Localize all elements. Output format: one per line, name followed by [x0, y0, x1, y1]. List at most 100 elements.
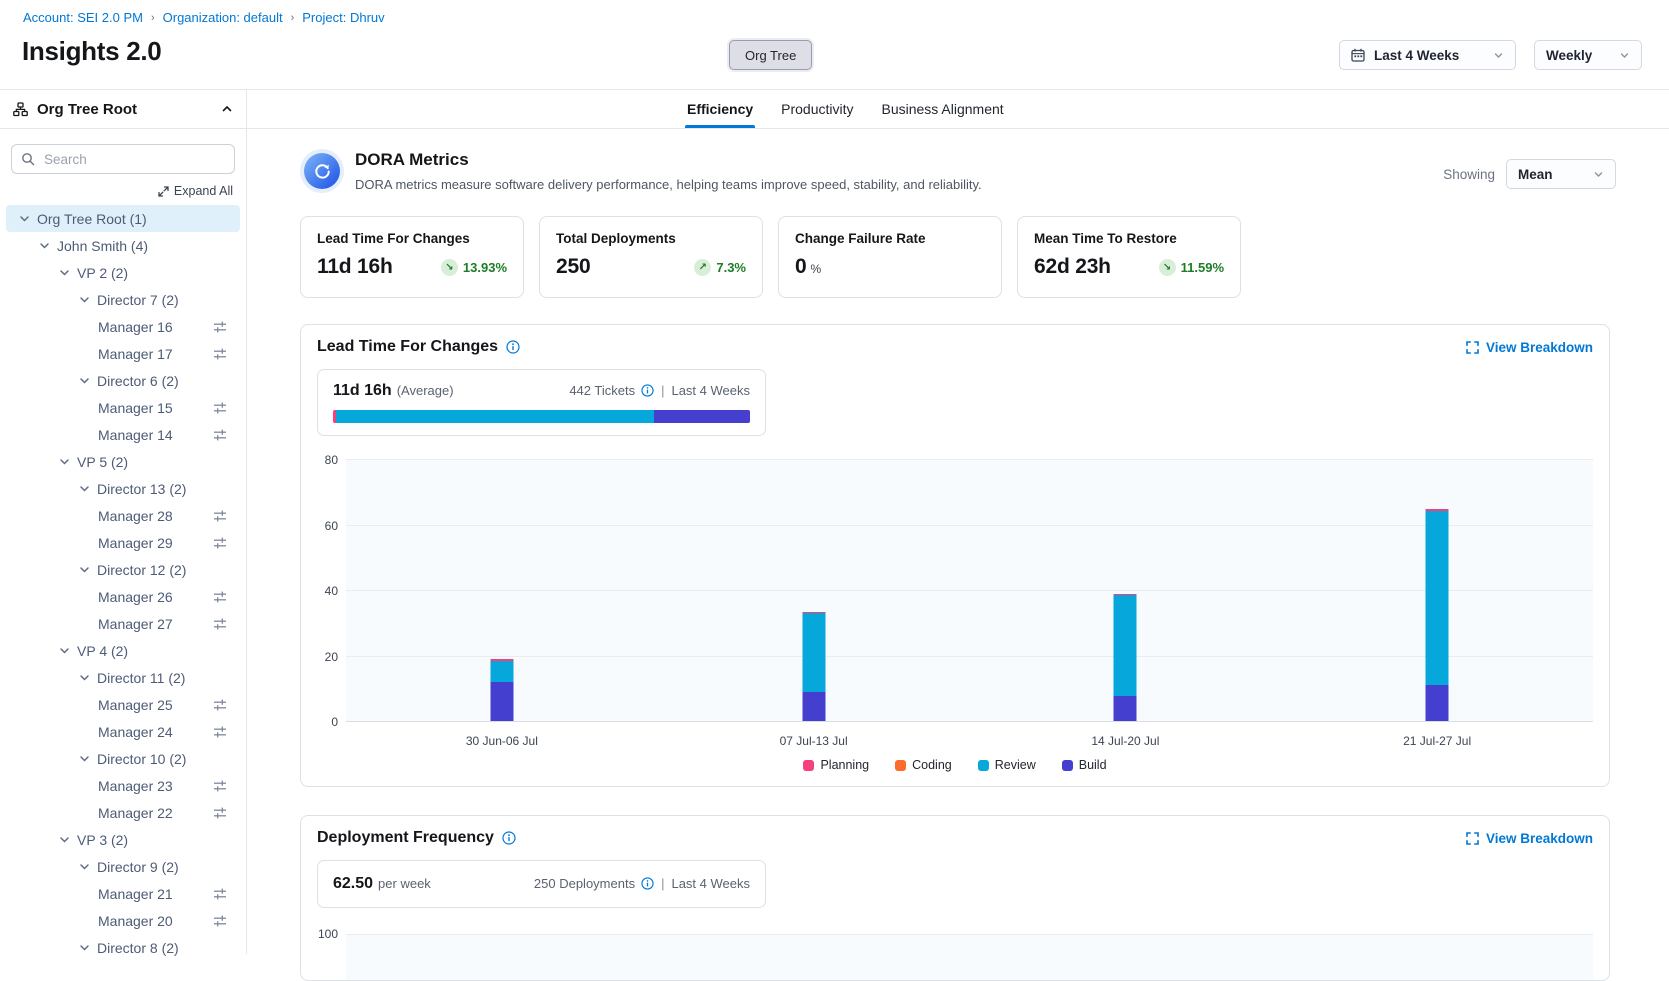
tree-item-manager-14[interactable]: Manager 14: [6, 421, 240, 448]
chevron-down-icon[interactable]: [38, 239, 51, 252]
metric-value-row: 250↗7.3%: [556, 255, 746, 279]
tree-item-manager-29[interactable]: Manager 29: [6, 529, 240, 556]
tree-item-director-6-2-[interactable]: Director 6 (2): [6, 367, 240, 394]
tree-item-director-12-2-[interactable]: Director 12 (2): [6, 556, 240, 583]
breadcrumb-separator: ›: [151, 12, 155, 24]
tree-item-label: Manager 28: [98, 508, 173, 524]
tree-item-manager-26[interactable]: Manager 26: [6, 583, 240, 610]
tree-item-manager-21[interactable]: Manager 21: [6, 880, 240, 907]
chevron-down-icon[interactable]: [58, 455, 71, 468]
info-icon[interactable]: [641, 384, 654, 397]
filters-sliders-icon[interactable]: [213, 401, 227, 415]
tree-item-label: VP 2 (2): [77, 265, 128, 281]
tree-item-manager-22[interactable]: Manager 22: [6, 799, 240, 826]
filters-sliders-icon[interactable]: [213, 617, 227, 631]
info-icon[interactable]: [641, 877, 654, 890]
breadcrumb-link[interactable]: Account: SEI 2.0 PM: [23, 10, 143, 25]
tree-item-manager-23[interactable]: Manager 23: [6, 772, 240, 799]
breadcrumb-link[interactable]: Project: Dhruv: [302, 10, 384, 25]
breadcrumb-link[interactable]: Organization: default: [163, 10, 283, 25]
filters-sliders-icon[interactable]: [213, 509, 227, 523]
filters-sliders-icon[interactable]: [213, 320, 227, 334]
y-axis: 020406080: [317, 460, 346, 722]
filters-sliders-icon[interactable]: [213, 698, 227, 712]
filters-sliders-icon[interactable]: [213, 536, 227, 550]
chevron-down-icon[interactable]: [78, 563, 91, 576]
tree-item-director-13-2-[interactable]: Director 13 (2): [6, 475, 240, 502]
chevron-down-icon[interactable]: [78, 860, 91, 873]
filters-sliders-icon[interactable]: [213, 428, 227, 442]
date-range-select[interactable]: Last 4 Weeks: [1339, 40, 1516, 70]
filters-sliders-icon[interactable]: [213, 779, 227, 793]
chevron-down-icon[interactable]: [78, 482, 91, 495]
tree-item-director-10-2-[interactable]: Director 10 (2): [6, 745, 240, 772]
x-tick-label: 14 Jul-20 Jul: [1091, 734, 1159, 748]
tree-item-manager-15[interactable]: Manager 15: [6, 394, 240, 421]
tree-item-vp-5-2-[interactable]: VP 5 (2): [6, 448, 240, 475]
chevron-down-icon[interactable]: [78, 293, 91, 306]
info-icon[interactable]: [506, 340, 520, 354]
tree-item-manager-17[interactable]: Manager 17: [6, 340, 240, 367]
legend-swatch: [803, 760, 814, 771]
chevron-down-icon[interactable]: [78, 671, 91, 684]
interval-select[interactable]: Weekly: [1534, 40, 1642, 70]
search-input[interactable]: [11, 144, 235, 174]
chevron-down-icon[interactable]: [18, 212, 31, 225]
org-chart-icon: [13, 102, 28, 117]
chevron-down-icon[interactable]: [58, 266, 71, 279]
tree-item-label: Manager 27: [98, 616, 173, 632]
trend-down-icon: ↘: [1159, 259, 1176, 276]
tab-efficiency[interactable]: Efficiency: [687, 90, 753, 128]
chevron-down-icon[interactable]: [78, 374, 91, 387]
tab-productivity[interactable]: Productivity: [781, 90, 853, 128]
tree-item-director-7-2-[interactable]: Director 7 (2): [6, 286, 240, 313]
dora-description: DORA metrics measure software delivery p…: [355, 177, 982, 192]
filters-sliders-icon[interactable]: [213, 347, 227, 361]
tree-item-manager-27[interactable]: Manager 27: [6, 610, 240, 637]
legend-item-review[interactable]: Review: [978, 758, 1036, 772]
legend-item-planning[interactable]: Planning: [803, 758, 869, 772]
filters-sliders-icon[interactable]: [213, 887, 227, 901]
tree-item-manager-20[interactable]: Manager 20: [6, 907, 240, 934]
metric-delta: ↘11.59%: [1159, 259, 1224, 276]
stacked-bar-21-jul-27-jul: [1426, 509, 1449, 721]
tree-item-director-9-2-[interactable]: Director 9 (2): [6, 853, 240, 880]
tree-item-org-tree-root-1-[interactable]: Org Tree Root (1): [6, 205, 240, 232]
chevron-down-icon[interactable]: [58, 644, 71, 657]
tree-item-vp-4-2-[interactable]: VP 4 (2): [6, 637, 240, 664]
filters-sliders-icon[interactable]: [213, 590, 227, 604]
chart-plot-area: [346, 460, 1593, 722]
tree-item-director-8-2-[interactable]: Director 8 (2): [6, 934, 240, 961]
chevron-down-icon[interactable]: [58, 833, 71, 846]
filters-sliders-icon[interactable]: [213, 914, 227, 928]
showing-select[interactable]: Mean: [1506, 159, 1616, 189]
org-tree-sidebar: Org Tree Root Expand All Org Tree Root (…: [0, 90, 247, 954]
expand-all-button[interactable]: Expand All: [0, 184, 233, 198]
tree-item-director-11-2-[interactable]: Director 11 (2): [6, 664, 240, 691]
bar-segment-review: [802, 613, 825, 692]
tree-item-manager-28[interactable]: Manager 28: [6, 502, 240, 529]
chevron-down-icon[interactable]: [78, 941, 91, 954]
org-tree-button[interactable]: Org Tree: [729, 40, 812, 70]
tree-item-manager-24[interactable]: Manager 24: [6, 718, 240, 745]
legend-item-build[interactable]: Build: [1062, 758, 1107, 772]
filters-sliders-icon[interactable]: [213, 725, 227, 739]
tree-item-label: Manager 22: [98, 805, 173, 821]
y-axis: 100: [317, 934, 346, 980]
tree-item-john-smith-4-[interactable]: John Smith (4): [6, 232, 240, 259]
chevron-down-icon[interactable]: [78, 752, 91, 765]
tree-item-vp-3-2-[interactable]: VP 3 (2): [6, 826, 240, 853]
summary-range: Last 4 Weeks: [671, 383, 750, 398]
tree-item-label: John Smith (4): [57, 238, 148, 254]
chevron-up-icon[interactable]: [221, 103, 233, 115]
tree-item-manager-16[interactable]: Manager 16: [6, 313, 240, 340]
deployment-view-breakdown[interactable]: View Breakdown: [1466, 831, 1593, 846]
tree-item-vp-2-2-[interactable]: VP 2 (2): [6, 259, 240, 286]
info-icon[interactable]: [502, 831, 516, 845]
tree-item-manager-25[interactable]: Manager 25: [6, 691, 240, 718]
filters-sliders-icon[interactable]: [213, 806, 227, 820]
lead-time-view-breakdown[interactable]: View Breakdown: [1466, 340, 1593, 355]
stacked-bar-30-jun-06-jul: [490, 659, 513, 721]
tab-business-alignment[interactable]: Business Alignment: [882, 90, 1004, 128]
legend-item-coding[interactable]: Coding: [895, 758, 952, 772]
